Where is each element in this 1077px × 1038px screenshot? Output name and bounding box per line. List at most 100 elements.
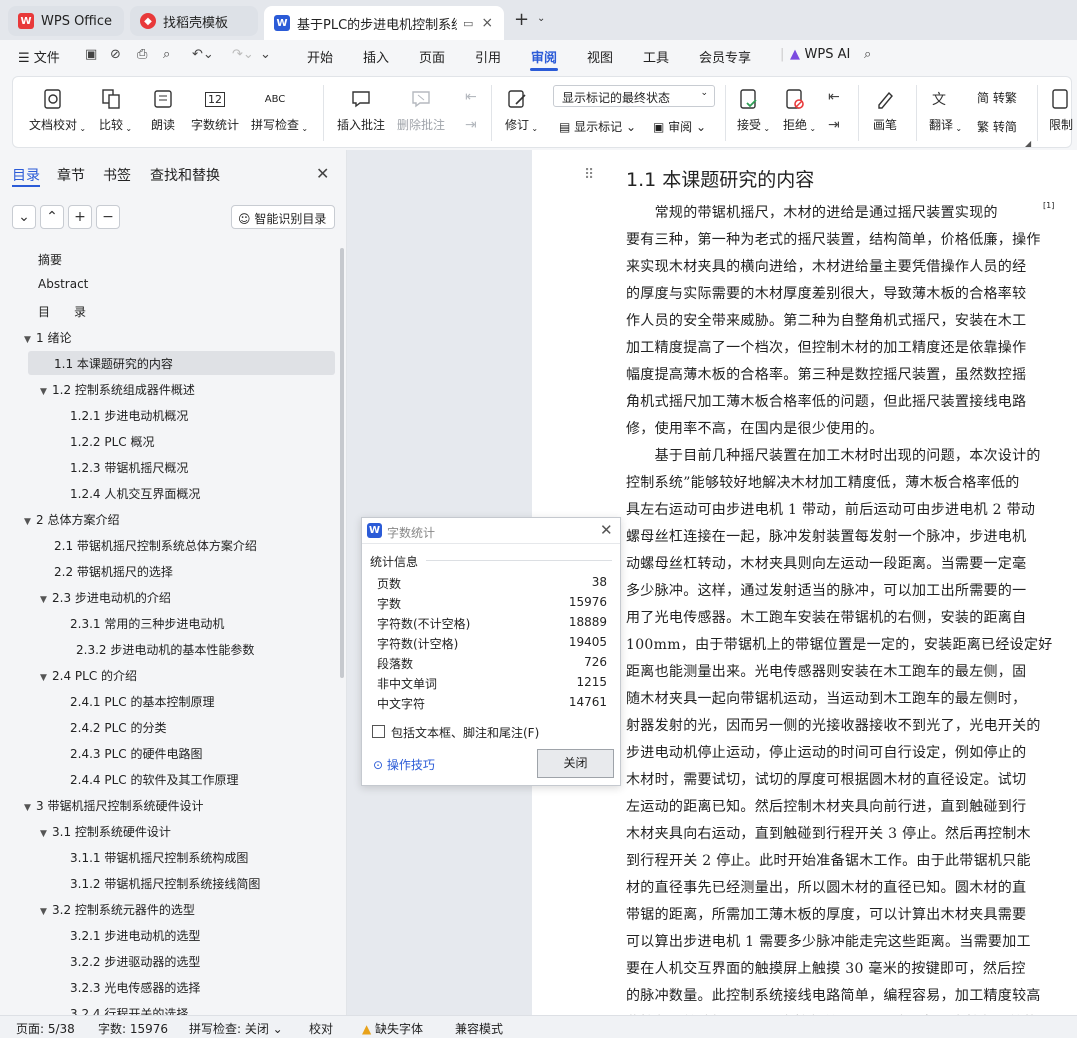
ribbon-expand-icon[interactable]: ◢ — [1025, 139, 1031, 148]
revise-button[interactable]: 修订 ⌄ — [505, 87, 538, 133]
pen-button[interactable]: 画笔 — [873, 87, 897, 133]
next-change-icon[interactable]: ⇥ — [828, 117, 840, 133]
toc-item[interactable]: 1.2.2 PLC 概况 — [70, 433, 154, 450]
search-icon[interactable]: ⌕ — [864, 47, 871, 62]
include-textbox-checkbox[interactable] — [372, 725, 385, 738]
menu-view[interactable]: 视图 — [587, 47, 613, 66]
close-tab-icon[interactable]: × — [481, 15, 493, 31]
collapse-chevron-down-icon[interactable]: ⌄ — [12, 205, 36, 229]
dialog-close-icon[interactable]: ✕ — [600, 521, 613, 539]
toc-item[interactable]: ▼ 1 绪论 — [24, 329, 71, 346]
delete-comment-button[interactable]: 删除批注 — [397, 87, 445, 133]
missing-font-status[interactable]: ▲ 缺失字体 — [362, 1020, 423, 1037]
toc-item[interactable]: 2.1 带锯机摇尺控制系统总体方案介绍 — [54, 537, 257, 554]
spell-check-status[interactable]: 拼写检查: 关闭 ⌄ — [189, 1020, 283, 1037]
file-menu[interactable]: ☰ 文件 — [18, 47, 60, 66]
word-count-indicator[interactable]: 字数: 15976 — [98, 1020, 168, 1037]
toc-item[interactable]: 2.4.3 PLC 的硬件电路图 — [70, 745, 202, 762]
expand-arrow-icon[interactable]: ▼ — [40, 907, 52, 917]
toc-item[interactable]: 2.3.2 步进电动机的基本性能参数 — [76, 641, 254, 658]
tab-document[interactable]: W 基于PLC的步进电机控制系统设 ▭ × — [264, 6, 504, 40]
expand-arrow-icon[interactable]: ▼ — [40, 829, 52, 839]
smart-toc-button[interactable]: ☺ 智能识别目录 — [231, 205, 335, 229]
to-simplified-button[interactable]: 繁 转简 — [977, 118, 1017, 135]
proofread-status[interactable]: 校对 — [309, 1020, 333, 1037]
toc-item[interactable]: ▼ 3.2 控制系统元器件的选型 — [40, 901, 195, 918]
tab-list-chevron-icon[interactable]: ⌄ — [537, 13, 545, 24]
expand-arrow-icon[interactable]: ▼ — [40, 673, 52, 683]
toc-item[interactable]: 3.1.2 带锯机摇尺控制系统接线简图 — [70, 875, 260, 892]
nav-tab-toc[interactable]: 目录 — [12, 165, 40, 185]
undo-icon[interactable]: ↶⌄ — [192, 47, 214, 62]
quick-access-chevron-icon[interactable]: ⌄ — [260, 47, 271, 62]
menu-insert[interactable]: 插入 — [363, 47, 389, 66]
next-comment-icon[interactable]: ⇥ — [465, 117, 477, 133]
translate-button[interactable]: 文 翻译 ⌄ — [929, 87, 962, 133]
expand-chevron-up-icon[interactable]: ⌃ — [40, 205, 64, 229]
nav-tab-bookmarks[interactable]: 书签 — [103, 165, 131, 185]
print-icon[interactable]: ⎙ — [137, 47, 147, 62]
monitor-icon[interactable]: ▭ — [463, 17, 473, 30]
toc-item[interactable]: ▼ 3.1 控制系统硬件设计 — [40, 823, 171, 840]
redo-icon[interactable]: ↷⌄ — [232, 47, 254, 62]
page-indicator[interactable]: 页面: 5/38 — [16, 1020, 75, 1037]
expand-arrow-icon[interactable]: ▼ — [24, 803, 36, 813]
toc-item[interactable]: ▼ 3 带锯机摇尺控制系统硬件设计 — [24, 797, 203, 814]
remove-heading-icon[interactable]: − — [96, 205, 120, 229]
nav-tab-chapters[interactable]: 章节 — [57, 165, 85, 185]
toc-item[interactable]: 1.2.3 带锯机摇尺概况 — [70, 459, 188, 476]
toc-item[interactable]: ▼ 2.4 PLC 的介绍 — [40, 667, 137, 684]
toc-item[interactable]: 摘要 — [38, 251, 62, 268]
menu-home[interactable]: 开始 — [307, 47, 333, 66]
word-count-button[interactable]: 12 字数统计 — [191, 87, 239, 133]
toc-item[interactable]: 3.2.1 步进电动机的选型 — [70, 927, 200, 944]
drag-handle-icon[interactable]: ⠿ — [584, 167, 594, 183]
to-traditional-button[interactable]: 简 转繁 — [977, 89, 1017, 106]
new-tab-icon[interactable]: + — [514, 9, 529, 30]
toc-item[interactable]: 2.4.1 PLC 的基本控制原理 — [70, 693, 214, 710]
restrict-edit-button[interactable]: 限制编 — [1049, 87, 1073, 133]
share-icon[interactable]: ⊘ — [110, 47, 121, 62]
save-icon[interactable]: ▣ — [85, 47, 97, 62]
nav-tab-find-replace[interactable]: 查找和替换 — [150, 165, 220, 185]
read-aloud-button[interactable]: 朗读 — [151, 87, 175, 133]
reject-button[interactable]: 拒绝 ⌄ — [783, 87, 816, 133]
menu-tools[interactable]: 工具 — [643, 47, 669, 66]
menu-review[interactable]: 审阅 — [531, 47, 557, 66]
review-pane-button[interactable]: ▣ 审阅 ⌄ — [653, 118, 706, 135]
tab-wps-office[interactable]: W WPS Office — [8, 6, 124, 36]
toc-item[interactable]: Abstract — [38, 277, 88, 291]
tips-link[interactable]: ⊙ 操作技巧 — [373, 756, 435, 773]
markup-mode-select[interactable]: 显示标记的最终状态 ⌄ — [553, 85, 715, 107]
close-panel-icon[interactable]: ✕ — [316, 164, 329, 183]
insert-comment-button[interactable]: 插入批注 — [337, 87, 385, 133]
toc-item[interactable]: 2.2 带锯机摇尺的选择 — [54, 563, 173, 580]
toc-item[interactable]: 3.2.2 步进驱动器的选型 — [70, 953, 200, 970]
wps-ai-button[interactable]: ▲ WPS AI — [790, 47, 850, 62]
prev-change-icon[interactable]: ⇤ — [828, 89, 840, 105]
show-markup-button[interactable]: ▤ 显示标记 ⌄ — [559, 118, 636, 135]
spell-check-button[interactable]: ABC 拼写检查 ⌄ — [251, 87, 308, 134]
expand-arrow-icon[interactable]: ▼ — [40, 387, 52, 397]
toc-item[interactable]: 3.1.1 带锯机摇尺控制系统构成图 — [70, 849, 248, 866]
print-preview-icon[interactable]: ⌕ — [163, 47, 170, 62]
close-button[interactable]: 关闭 — [537, 749, 614, 778]
tab-docer[interactable]: ◆ 找稻壳模板 — [130, 6, 258, 36]
toc-item[interactable]: ▼ 2 总体方案介绍 — [24, 511, 119, 528]
toc-item[interactable]: 1.2.4 人机交互界面概况 — [70, 485, 200, 502]
menu-reference[interactable]: 引用 — [475, 47, 501, 66]
doc-check-button[interactable]: 文档校对 ⌄ — [29, 87, 86, 133]
menu-member[interactable]: 会员专享 — [699, 47, 751, 66]
toc-item[interactable]: 3.2.3 光电传感器的选择 — [70, 979, 200, 996]
nav-scrollbar[interactable] — [340, 248, 344, 678]
compare-button[interactable]: 比较 ⌄ — [99, 87, 132, 133]
toc-item[interactable]: 1.2.1 步进电动机概况 — [70, 407, 188, 424]
toc-item[interactable]: 2.3.1 常用的三种步进电动机 — [70, 615, 224, 632]
toc-item[interactable]: ▼ 1.2 控制系统组成器件概述 — [40, 381, 195, 398]
toc-item[interactable]: 2.4.4 PLC 的软件及其工作原理 — [70, 771, 238, 788]
expand-arrow-icon[interactable]: ▼ — [24, 517, 36, 527]
menu-page[interactable]: 页面 — [419, 47, 445, 66]
toc-item[interactable]: ▼ 2.3 步进电动机的介绍 — [40, 589, 171, 606]
toc-item[interactable]: 2.4.2 PLC 的分类 — [70, 719, 166, 736]
toc-item[interactable]: 目 录 — [38, 303, 86, 320]
